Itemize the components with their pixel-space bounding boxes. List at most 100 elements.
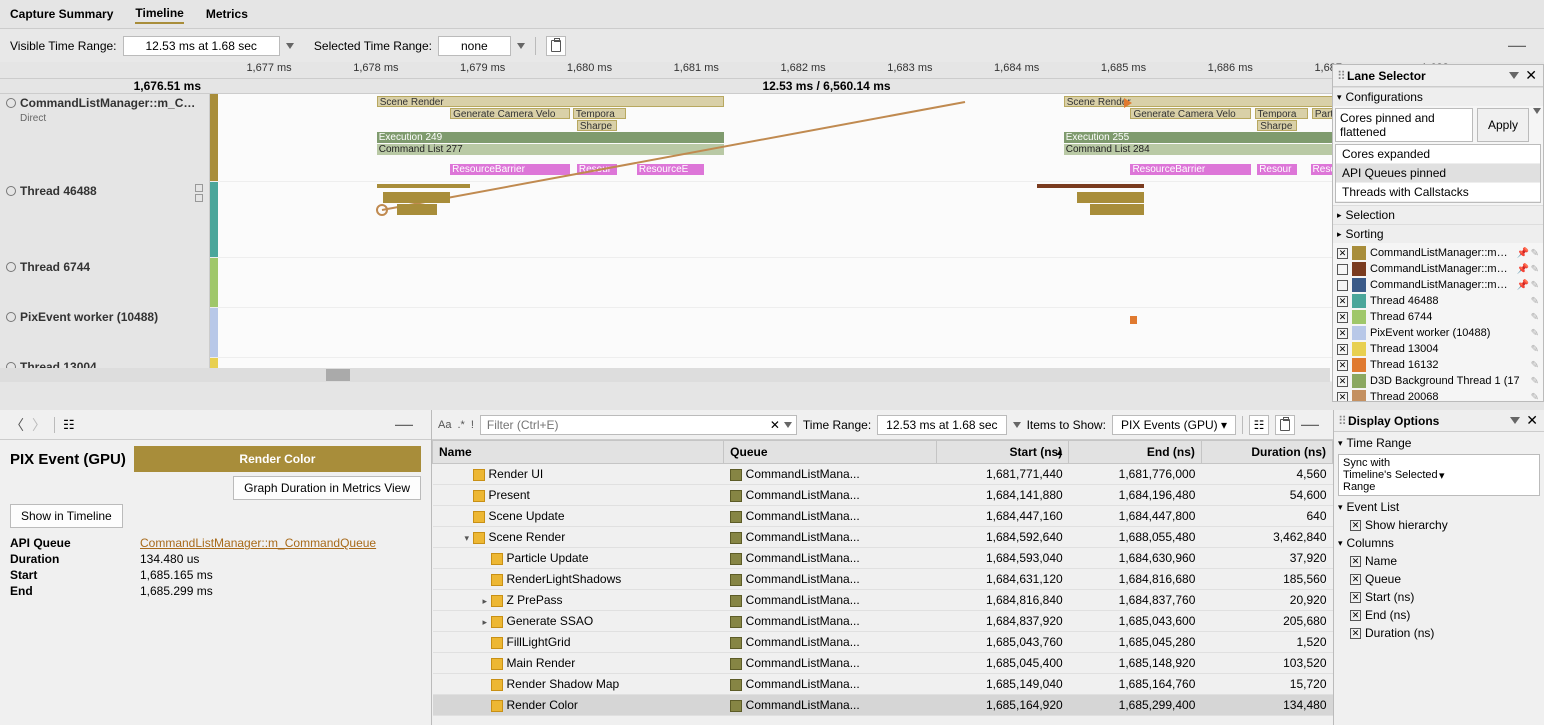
config-dropdown-icon[interactable] (1533, 108, 1541, 114)
config-item[interactable]: API Queues pinned (1336, 164, 1540, 183)
edit-icon[interactable]: ✎ (1531, 264, 1539, 275)
lane-label-pixevent-worker[interactable]: PixEvent worker (10488) (0, 308, 209, 358)
lane-checkbox[interactable]: ✕ (1337, 392, 1348, 403)
nav-forward-icon[interactable]: 〉 (32, 415, 46, 435)
bar-resourcebarrier[interactable]: ResourceE (637, 164, 704, 175)
bar-sharpen[interactable]: Sharpe (1257, 120, 1297, 131)
lane-checkbox[interactable] (1337, 264, 1348, 275)
time-range-input[interactable]: 12.53 ms at 1.68 sec (877, 415, 1006, 435)
bar-sharpen[interactable]: Sharpe (577, 120, 617, 131)
col-start[interactable]: Start (ns)▲ (936, 441, 1069, 464)
view-mode-button[interactable]: ☷ (1249, 415, 1269, 435)
bar-commandlist[interactable]: Command List 277 (377, 144, 724, 155)
section-time-range[interactable]: Time Range (1347, 436, 1412, 450)
thread-bar[interactable] (1130, 316, 1137, 324)
lane-checkbox[interactable]: ✕ (1337, 312, 1348, 323)
section-selection[interactable]: Selection (1346, 208, 1395, 222)
lane-checkbox[interactable]: ✕ (1337, 360, 1348, 371)
column-checkbox[interactable]: ✕ (1350, 574, 1361, 585)
column-checkbox[interactable]: ✕ (1350, 628, 1361, 639)
lane-label-thread-46488[interactable]: Thread 46488 (0, 182, 209, 258)
thread-bar[interactable] (383, 192, 450, 203)
lane-selector-item[interactable]: CommandListManager::m_Cor 📌 ✎ (1335, 261, 1541, 277)
bar-generate-camera[interactable]: Generate Camera Velo (450, 108, 570, 119)
thread-bar[interactable] (1077, 192, 1144, 203)
detail-value[interactable]: CommandListManager::m_CommandQueue (140, 536, 376, 550)
filter-input[interactable] (485, 416, 770, 434)
col-end[interactable]: End (ns) (1069, 441, 1202, 464)
bar-resourcebarrier[interactable]: Resour (577, 164, 617, 175)
lane-selector-item[interactable]: ✕ Thread 16132 ✎ (1335, 357, 1541, 373)
lane-checkbox[interactable] (195, 184, 203, 192)
table-row[interactable]: Particle Update CommandListMana... 1,684… (433, 548, 1333, 569)
edit-icon[interactable]: ✎ (1531, 376, 1539, 387)
show-in-timeline-button[interactable]: Show in Timeline (10, 504, 123, 528)
table-row[interactable]: FillLightGrid CommandListMana... 1,685,0… (433, 632, 1333, 653)
tab-metrics[interactable]: Metrics (206, 5, 248, 23)
bar-generate-camera[interactable]: Generate Camera Velo (1130, 108, 1250, 119)
lane-checkbox[interactable]: ✕ (1337, 344, 1348, 355)
negate-toggle[interactable]: ! (471, 419, 474, 431)
thread-bar[interactable] (397, 204, 437, 215)
clear-filter-icon[interactable]: ✕ (770, 418, 780, 432)
thread-bar[interactable] (377, 184, 470, 188)
lane-checkbox[interactable]: ✕ (1337, 248, 1348, 259)
section-event-list[interactable]: Event List (1347, 500, 1400, 514)
lane-label-thread-6744[interactable]: Thread 6744 (0, 258, 209, 308)
visible-time-range-input[interactable]: 12.53 ms at 1.68 sec (123, 36, 280, 56)
clipboard-button[interactable] (546, 36, 566, 56)
pin-icon[interactable]: 📌 (1517, 280, 1527, 290)
section-configurations[interactable]: Configurations (1346, 90, 1423, 104)
table-row[interactable]: RenderLightShadows CommandListMana... 1,… (433, 569, 1333, 590)
lane-selector-item[interactable]: ✕ PixEvent worker (10488) ✎ (1335, 325, 1541, 341)
lane-selector-item[interactable]: ✕ D3D Background Thread 1 (17 ✎ (1335, 373, 1541, 389)
table-row[interactable]: ▸Z PrePass CommandListMana... 1,684,816,… (433, 590, 1333, 611)
selected-time-range-input[interactable]: none (438, 36, 511, 56)
minimize-button[interactable]: — (1508, 35, 1534, 56)
tr-dropdown-icon[interactable] (1013, 422, 1021, 428)
table-row[interactable]: ▾Scene Render CommandListMana... 1,684,5… (433, 527, 1333, 548)
lane-selector-item[interactable]: ✕ Thread 13004 ✎ (1335, 341, 1541, 357)
column-checkbox[interactable]: ✕ (1350, 556, 1361, 567)
grip-icon[interactable]: ⠿ (1337, 69, 1343, 83)
close-icon[interactable]: ✕ (1524, 412, 1540, 429)
lane-checkbox[interactable] (195, 194, 203, 202)
tab-capture-summary[interactable]: Capture Summary (10, 5, 113, 23)
lane-selector-item[interactable]: ✕ Thread 6744 ✎ (1335, 309, 1541, 325)
graph-duration-button[interactable]: Graph Duration in Metrics View (233, 476, 421, 500)
edit-icon[interactable]: ✎ (1531, 344, 1539, 355)
filter-dropdown-icon[interactable] (784, 422, 792, 428)
bar-temporal[interactable]: Tempora (573, 108, 626, 119)
bar-resourcebarrier[interactable]: ResourceBarrier (1130, 164, 1250, 175)
lane-checkbox[interactable]: ✕ (1337, 296, 1348, 307)
vtr-dropdown-icon[interactable] (286, 43, 294, 49)
column-checkbox[interactable]: ✕ (1350, 592, 1361, 603)
lane-checkbox[interactable] (1337, 280, 1348, 291)
edit-icon[interactable]: ✎ (1531, 248, 1539, 259)
edit-icon[interactable]: ✎ (1531, 392, 1539, 403)
items-to-show-select[interactable]: PIX Events (GPU) ▾ (1112, 415, 1236, 435)
lane-selector-item[interactable]: CommandListManager::m_Cor 📌 ✎ (1335, 277, 1541, 293)
col-queue[interactable]: Queue (724, 441, 936, 464)
lane-label-commandqueue[interactable]: CommandListManager::m_CommandQueue Direc… (0, 94, 209, 182)
bar-resourcebarrier[interactable]: Resour (1257, 164, 1297, 175)
nav-back-icon[interactable]: 〈 (10, 415, 24, 435)
minimize-events-button[interactable]: — (1301, 414, 1327, 435)
lane-selector-item[interactable]: ✕ CommandListManager::m_Cor 📌 ✎ (1335, 245, 1541, 261)
col-name[interactable]: Name (433, 441, 724, 464)
section-columns[interactable]: Columns (1347, 536, 1394, 550)
case-sensitive-toggle[interactable]: Aa (438, 419, 451, 431)
bar-temporal[interactable]: Tempora (1255, 108, 1308, 119)
col-duration[interactable]: Duration (ns) (1201, 441, 1332, 464)
minimize-detail-button[interactable]: — (395, 414, 421, 435)
pin-icon[interactable]: 📌 (1517, 264, 1527, 274)
edit-icon[interactable]: ✎ (1531, 328, 1539, 339)
horizontal-scrollbar[interactable] (0, 368, 1330, 382)
close-icon[interactable]: ✕ (1523, 67, 1539, 84)
collapse-icon[interactable] (1509, 72, 1519, 79)
table-row[interactable]: ▸Generate SSAO CommandListMana... 1,684,… (433, 611, 1333, 632)
config-current[interactable]: Cores pinned and flattened (1335, 108, 1473, 142)
detail-view-icon[interactable]: ☷ (63, 417, 75, 433)
str-dropdown-icon[interactable] (517, 43, 525, 49)
table-row[interactable]: Present CommandListMana... 1,684,141,880… (433, 485, 1333, 506)
